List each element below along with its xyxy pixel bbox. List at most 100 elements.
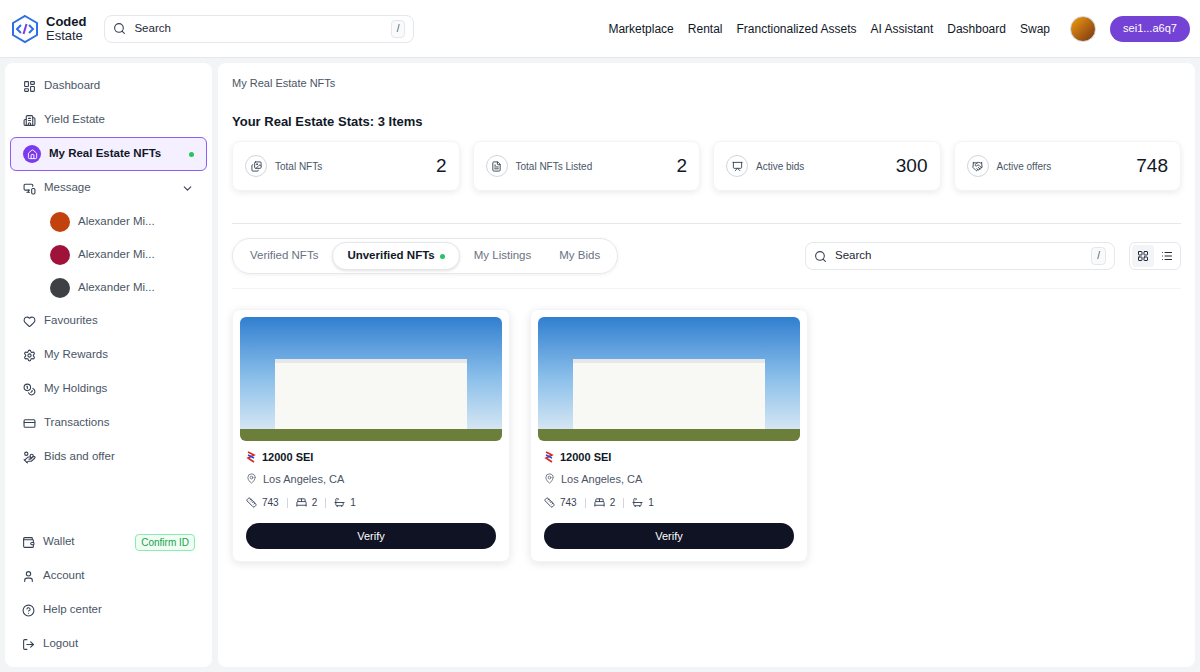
logo-subtitle: Estate [46,29,86,43]
shortcut-key: / [1091,247,1106,265]
nft-price: 12000 SEI [560,449,611,466]
building-icon [23,114,36,127]
stat-value: 748 [1136,152,1168,181]
message-contact[interactable]: Alexander Mi... [10,238,207,271]
nav-link[interactable]: Rental [688,20,723,38]
sidebar-item[interactable]: Favourites [10,304,207,338]
contact-avatar [50,212,70,232]
area-icon [544,497,555,508]
sidebar-item[interactable]: Help center [10,593,207,627]
grid-view-button[interactable] [1132,245,1154,267]
main-nav: Marketplace Rental Franctionalized Assets A… [608,20,1050,38]
list-view-button[interactable] [1156,245,1178,267]
nft-specs: 743 2 1 [246,495,496,510]
sei-token-icon [246,451,256,463]
sidebar-item[interactable]: Dashboard [10,69,207,103]
verify-button[interactable]: Verify [246,523,496,549]
stats-row: Total NFTs2Total NFTs Listed2Active bids… [232,141,1181,191]
search-field[interactable]: Search / [104,15,414,43]
stat-card: Active bids 300 [713,141,941,191]
nav-link[interactable]: Marketplace [608,20,673,38]
search-icon [113,22,126,35]
stat-value: 300 [896,152,928,181]
nav-link[interactable]: Dashboard [947,20,1006,38]
stat-label: Active offers [997,159,1129,174]
document-icon [491,161,502,172]
body: DashboardYield EstateMy Real Estate NFTs… [0,58,1200,672]
stat-card: Total NFTs Listed2 [473,141,701,191]
home-icon [27,149,38,160]
bath-icon [334,497,345,508]
confirm-id-badge[interactable]: Confirm ID [135,534,195,551]
tab[interactable]: My Listings [460,242,546,270]
top-bar: CodedEstate Search / Marketplace Rental Franc… [0,0,1200,58]
nft-price: 12000 SEI [262,449,313,466]
user-avatar[interactable] [1070,16,1096,42]
hand-coins-icon [23,451,36,464]
stat-card: Active offers 748 [954,141,1182,191]
sei-token-icon [544,451,554,463]
tab-group: Verified NFTsUnverified NFTsMy ListingsM… [232,238,618,274]
search-field[interactable]: Search / [805,242,1115,270]
nav-link[interactable]: Franctionalized Assets [736,20,856,38]
gear-icon [23,349,36,362]
divider [232,288,1181,289]
sidebar-item[interactable]: My Real Estate NFTs [10,137,207,171]
sidebar-item[interactable]: Logout [10,627,207,661]
monitor-icon [23,182,36,195]
location-pin-icon [544,473,555,484]
status-dot [440,254,445,259]
nft-card[interactable]: 12000 SEI Los Angeles, CA 743 2 1 Verify [232,309,510,562]
sidebar-item[interactable]: Yield Estate [10,103,207,137]
logo-title: Coded [46,15,86,29]
sidebar-item[interactable]: My Rewards [10,338,207,372]
stat-label: Active bids [756,159,888,174]
sidebar-item[interactable]: Transactions [10,406,207,440]
nft-area: 743 [262,495,279,510]
wallet-icon [22,536,35,549]
verify-button[interactable]: Verify [544,523,794,549]
search-placeholder: Search [134,20,382,37]
nav-link[interactable]: Swap [1020,20,1050,38]
wallet-button[interactable]: sei1...a6q7 [1110,16,1190,42]
stats-title: Your Real Estate Stats: 3 Items [232,112,1181,132]
shortcut-key: / [391,20,406,38]
nft-location: Los Angeles, CA [263,471,344,488]
search-placeholder: Search [835,247,1083,264]
location-pin-icon [246,473,257,484]
code-logo-icon [10,14,40,44]
list-icon [1161,250,1173,262]
nft-beds: 2 [312,495,318,510]
message-contact[interactable]: Alexander Mi... [10,205,207,238]
logout-icon [22,638,35,651]
stat-value: 2 [436,152,447,181]
sidebar-item[interactable]: WalletConfirm ID [10,525,207,559]
tab[interactable]: Unverified NFTs [332,242,459,270]
divider [232,223,1181,224]
bed-icon [296,497,307,508]
tab[interactable]: Verified NFTs [236,242,332,270]
sidebar-item[interactable]: Message [10,171,207,205]
sidebar-item[interactable]: Account [10,559,207,593]
property-photo [240,317,502,441]
bed-icon [594,497,605,508]
coins-icon [23,383,36,396]
message-contact[interactable]: Alexander Mi... [10,271,207,304]
nft-baths: 1 [350,495,356,510]
stat-label: Total NFTs [275,159,428,174]
breadcrumb: My Real Estate NFTs [232,75,1181,92]
logo[interactable]: CodedEstate [10,14,86,44]
nav-link[interactable]: AI Assistant [871,20,934,38]
tab[interactable]: My Bids [545,242,614,270]
app: CodedEstate Search / Marketplace Rental Franc… [0,0,1200,672]
sidebar-item[interactable]: Bids and offer [10,440,207,474]
nft-beds: 2 [610,495,616,510]
property-photo [538,317,800,441]
sidebar-item[interactable]: My Holdings [10,372,207,406]
nft-area: 743 [560,495,577,510]
area-icon [246,497,257,508]
nft-baths: 1 [648,495,654,510]
bath-icon [632,497,643,508]
nft-card[interactable]: 12000 SEILos Angeles, CA74321Verify [530,309,808,562]
stat-card: Total NFTs 2 [232,141,460,191]
